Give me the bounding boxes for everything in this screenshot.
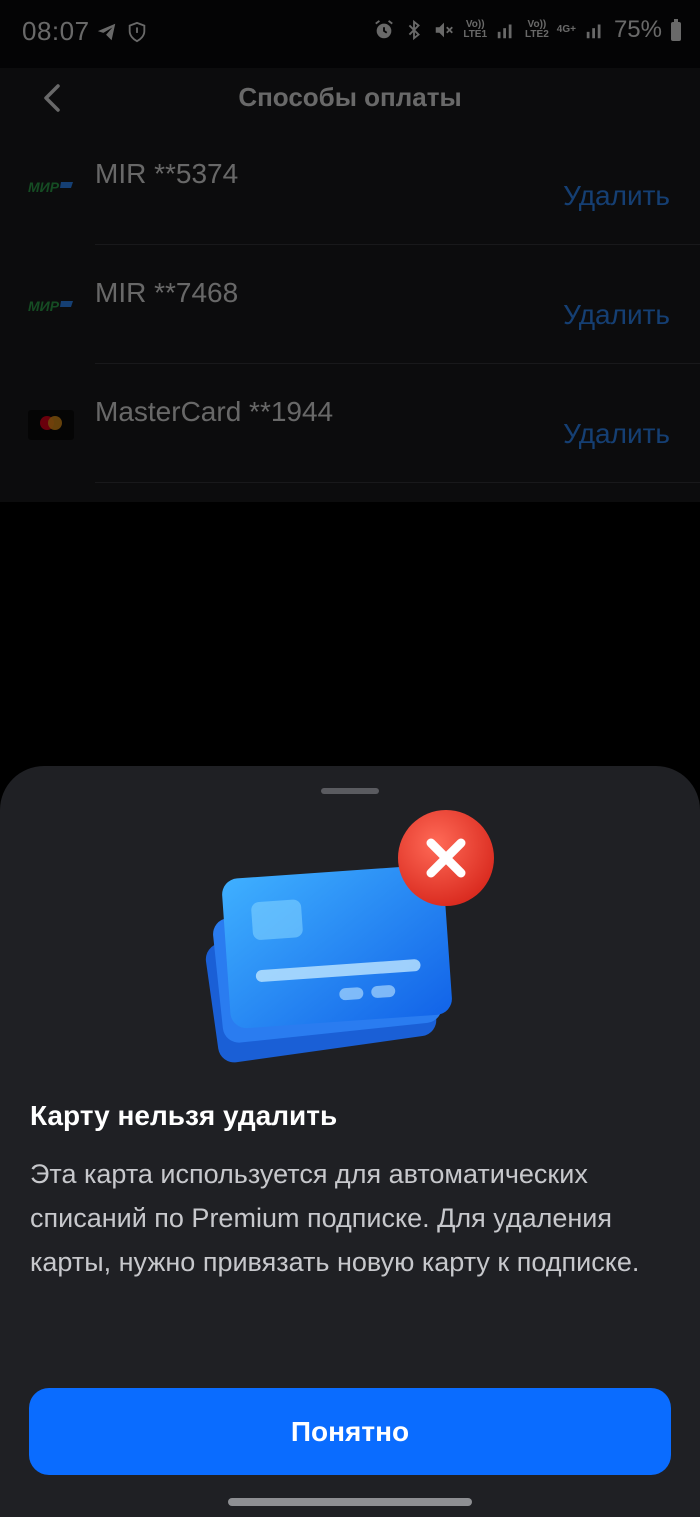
bluetooth-icon [409, 19, 421, 41]
sheet-drag-handle[interactable] [321, 788, 379, 794]
mute-icon [436, 22, 454, 38]
svg-text:МИР: МИР [28, 298, 60, 314]
card-row-mastercard-1944[interactable]: MasterCard **1944 Удалить [0, 364, 700, 483]
sheet-message: Эта карта используется для автоматически… [30, 1159, 640, 1277]
card-name: MIR **5374 [95, 158, 239, 189]
telegram-icon [97, 23, 116, 41]
nav-bar: Способы оплаты [0, 68, 700, 126]
card-row-mir-7468[interactable]: МИР MIR **7468 Удалить [0, 245, 700, 364]
4g-plus-icon: 4G+ [556, 24, 576, 35]
card-name: MasterCard **1944 [95, 396, 334, 427]
delete-card-button[interactable]: Удалить [563, 299, 670, 331]
volte-lte1-icon: Vo)) LTE1 [463, 19, 488, 40]
mastercard-logo-icon [28, 410, 74, 440]
battery-icon [671, 19, 681, 41]
alarm-icon [375, 20, 394, 39]
home-indicator[interactable] [228, 1498, 472, 1506]
signal-icon [586, 24, 601, 39]
sheet-title: Карту нельзя удалить [30, 1100, 338, 1131]
divider [95, 482, 700, 483]
shield-icon [128, 21, 146, 43]
bottom-sheet: Карту нельзя удалить Эта карта используе… [0, 766, 700, 1517]
page-title: Способы оплаты [238, 82, 462, 112]
payment-methods-screen: Способы оплаты МИР MIR **5374 Удалить МИ… [0, 68, 700, 502]
mir-logo-icon: МИР [28, 179, 73, 195]
mir-logo-icon: МИР [28, 298, 73, 314]
signal-icon [497, 24, 512, 39]
battery-percent: 75% [613, 16, 662, 43]
card-name: MIR **7468 [95, 277, 239, 308]
status-time: 08:07 [22, 16, 90, 46]
svg-text:МИР: МИР [28, 179, 60, 195]
card-delete-error-icon [205, 810, 494, 1063]
card-row-mir-5374[interactable]: МИР MIR **5374 Удалить [0, 126, 700, 245]
volte-lte2-icon: Vo)) LTE2 [525, 19, 549, 40]
delete-card-button[interactable]: Удалить [563, 180, 670, 212]
status-bar: 08:07 Vo)) LTE1 Vo)) LTE2 4G+ 75% [0, 0, 700, 68]
ok-button[interactable]: Понятно [29, 1388, 671, 1475]
delete-card-button[interactable]: Удалить [563, 418, 670, 450]
